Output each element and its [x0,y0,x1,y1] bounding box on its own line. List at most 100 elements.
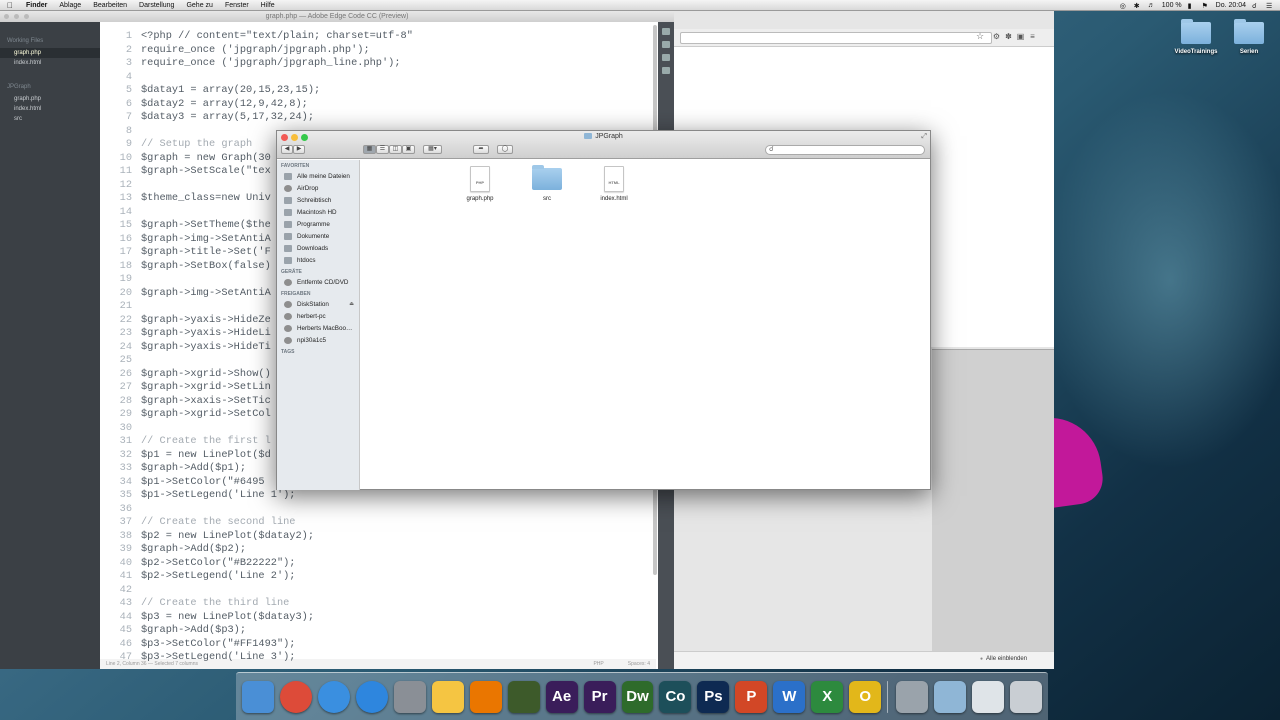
battery-icon[interactable]: ▮ [1188,2,1196,10]
inspect-icon[interactable] [662,54,670,61]
menu-app-finder[interactable]: Finder [20,2,53,9]
menu-bearbeiten[interactable]: Bearbeiten [87,2,133,9]
code-line[interactable]: 46 $p3->SetColor("#FF1493"); [100,638,656,652]
menu-hilfe[interactable]: Hilfe [255,2,281,9]
desktop-folder-serien[interactable]: Serien [1219,19,1279,55]
outlook-icon[interactable]: O [849,680,882,713]
code-line[interactable]: 3 require_once ('jpgraph/jpgraph_line.php… [100,57,656,71]
documents-stack-icon[interactable] [972,680,1005,713]
minimize-icon[interactable] [14,14,19,19]
menu-icon[interactable]: ≡ [1028,32,1037,41]
project-file-graph-php[interactable]: graph.php [0,94,100,104]
code-line[interactable]: 47 $p3->SetLegend('Line 3'); [100,651,656,665]
extension-icon[interactable]: ✽ [1004,32,1013,41]
volume-icon[interactable]: ♬ [1148,2,1156,9]
view-list-button[interactable]: ☰ [376,145,389,154]
dreamweaver-icon[interactable]: Dw [621,680,654,713]
trash-icon[interactable] [1010,680,1043,713]
bluetooth-icon[interactable]: ✱ [1134,2,1142,10]
sidebar-section-header[interactable]: GERÄTE [277,266,359,276]
menu-darstellung[interactable]: Darstellung [133,2,180,9]
status-menu-icon[interactable]: ◎ [1120,2,1128,10]
photoshop-icon[interactable]: Ps [697,680,730,713]
code-line[interactable]: 37 // Create the second line [100,516,656,530]
after-effects-icon[interactable]: Ae [545,680,578,713]
bookmark-star-icon[interactable]: ☆ [976,31,984,42]
sidebar-item[interactable]: Herberts MacBoo… [277,322,359,334]
sidebar-item[interactable]: htdocs [277,254,359,266]
live-preview-icon[interactable] [662,28,670,35]
apple-menu-icon[interactable]:  [0,1,20,10]
menu-ablage[interactable]: Ablage [53,2,87,9]
project-file-index-html[interactable]: index.html [0,104,100,114]
excel-icon[interactable]: X [811,680,844,713]
word-icon[interactable]: W [773,680,806,713]
sidebar-item[interactable]: Macintosh HD [277,206,359,218]
share-button[interactable]: ➦ [473,145,489,154]
sidebar-item[interactable]: herbert-pc [277,310,359,322]
sidebar-item[interactable]: Programme [277,218,359,230]
browser-address-bar[interactable] [680,32,992,44]
view-coverflow-button[interactable]: ▣ [402,145,415,154]
spotlight-icon[interactable]: ☌ [1252,2,1260,10]
sidebar-item[interactable]: DiskStation ⏏ [277,298,359,310]
code-line[interactable]: 7 $datay3 = array(5,17,32,24); [100,111,656,125]
finder-file-area[interactable]: PHP graph.php src HTML index.html [361,160,930,490]
blender-icon[interactable] [469,680,502,713]
code-line[interactable]: 36 [100,503,656,517]
sidebar-item[interactable]: Dokumente [277,230,359,242]
code-line[interactable]: 45 $graph->Add($p3); [100,624,656,638]
edge-code-icon[interactable]: Co [659,680,692,713]
code-line[interactable]: 42 [100,584,656,598]
code-line[interactable]: 39 $graph->Add($p2); [100,543,656,557]
app-store-icon[interactable] [355,680,388,713]
itunes-icon[interactable] [317,680,350,713]
menu-fenster[interactable]: Fenster [219,2,255,9]
flag-icon[interactable]: ⚑ [1202,2,1210,10]
code-line[interactable]: 35 $p1->SetLegend('Line 1'); [100,489,656,503]
back-button[interactable]: ◀ [281,145,293,154]
eject-icon[interactable]: ⏏ [349,301,354,307]
sidebar-section-header[interactable]: TAGS [277,346,359,356]
powerpoint-icon[interactable]: P [735,680,768,713]
working-file-graph-php[interactable]: graph.php [0,48,100,58]
notification-center-icon[interactable]: ☰ [1266,2,1274,10]
forward-button[interactable]: ▶ [293,145,305,154]
view-icons-button[interactable]: ▦ [363,145,376,154]
arrange-button[interactable]: ▦▾ [423,145,442,154]
code-line[interactable]: 41 $p2->SetLegend('Line 2'); [100,570,656,584]
working-file-index-html[interactable]: index.html [0,58,100,68]
sidebar-item[interactable]: Entfernte CD/DVD [277,276,359,288]
show-all-button[interactable]: Alle einblenden [980,656,1027,662]
project-header[interactable]: JPGraph [0,84,100,90]
sidebar-item[interactable]: Schreibtisch [277,194,359,206]
code-line[interactable]: 38 $p2 = new LinePlot($datay2); [100,530,656,544]
chrome-icon[interactable] [279,680,312,713]
close-icon[interactable] [4,14,9,19]
disk-utility-icon[interactable] [896,680,929,713]
folder-src[interactable]: src [522,165,572,202]
code-line[interactable]: 44 $p3 = new LinePlot($datay3); [100,611,656,625]
code-line[interactable]: 1 <?php // content="text/plain; charset=u… [100,30,656,44]
panel-icon[interactable]: ▣ [1016,32,1025,41]
file-graph-php[interactable]: PHP graph.php [455,166,505,202]
sidebar-section-header[interactable]: FREIGABEN [277,288,359,298]
settings-gear-icon[interactable]: ⚙ [992,32,1001,41]
sidebar-section-header[interactable]: FAVORITEN [277,160,359,170]
sidebar-item[interactable]: Downloads [277,242,359,254]
terminal-icon[interactable] [507,680,540,713]
system-preferences-icon[interactable] [393,680,426,713]
project-folder-src[interactable]: src [0,114,100,124]
finder-icon[interactable] [242,680,274,713]
finder-search-input[interactable]: ☌ [765,145,925,155]
code-line[interactable]: 40 $p2->SetColor("#B22222"); [100,557,656,571]
menubar-clock[interactable]: Do. 20:04 [1216,2,1246,9]
downloads-stack-icon[interactable] [934,680,967,713]
code-line[interactable]: 4 [100,71,656,85]
view-columns-button[interactable]: ◫ [389,145,402,154]
sidebar-item[interactable]: npi30a1c5 [277,334,359,346]
code-line[interactable]: 43 // Create the third line [100,597,656,611]
code-line[interactable]: 6 $datay2 = array(12,9,42,8); [100,98,656,112]
python-icon[interactable] [431,680,464,713]
code-line[interactable]: 2 require_once ('jpgraph/jpgraph.php'); [100,44,656,58]
